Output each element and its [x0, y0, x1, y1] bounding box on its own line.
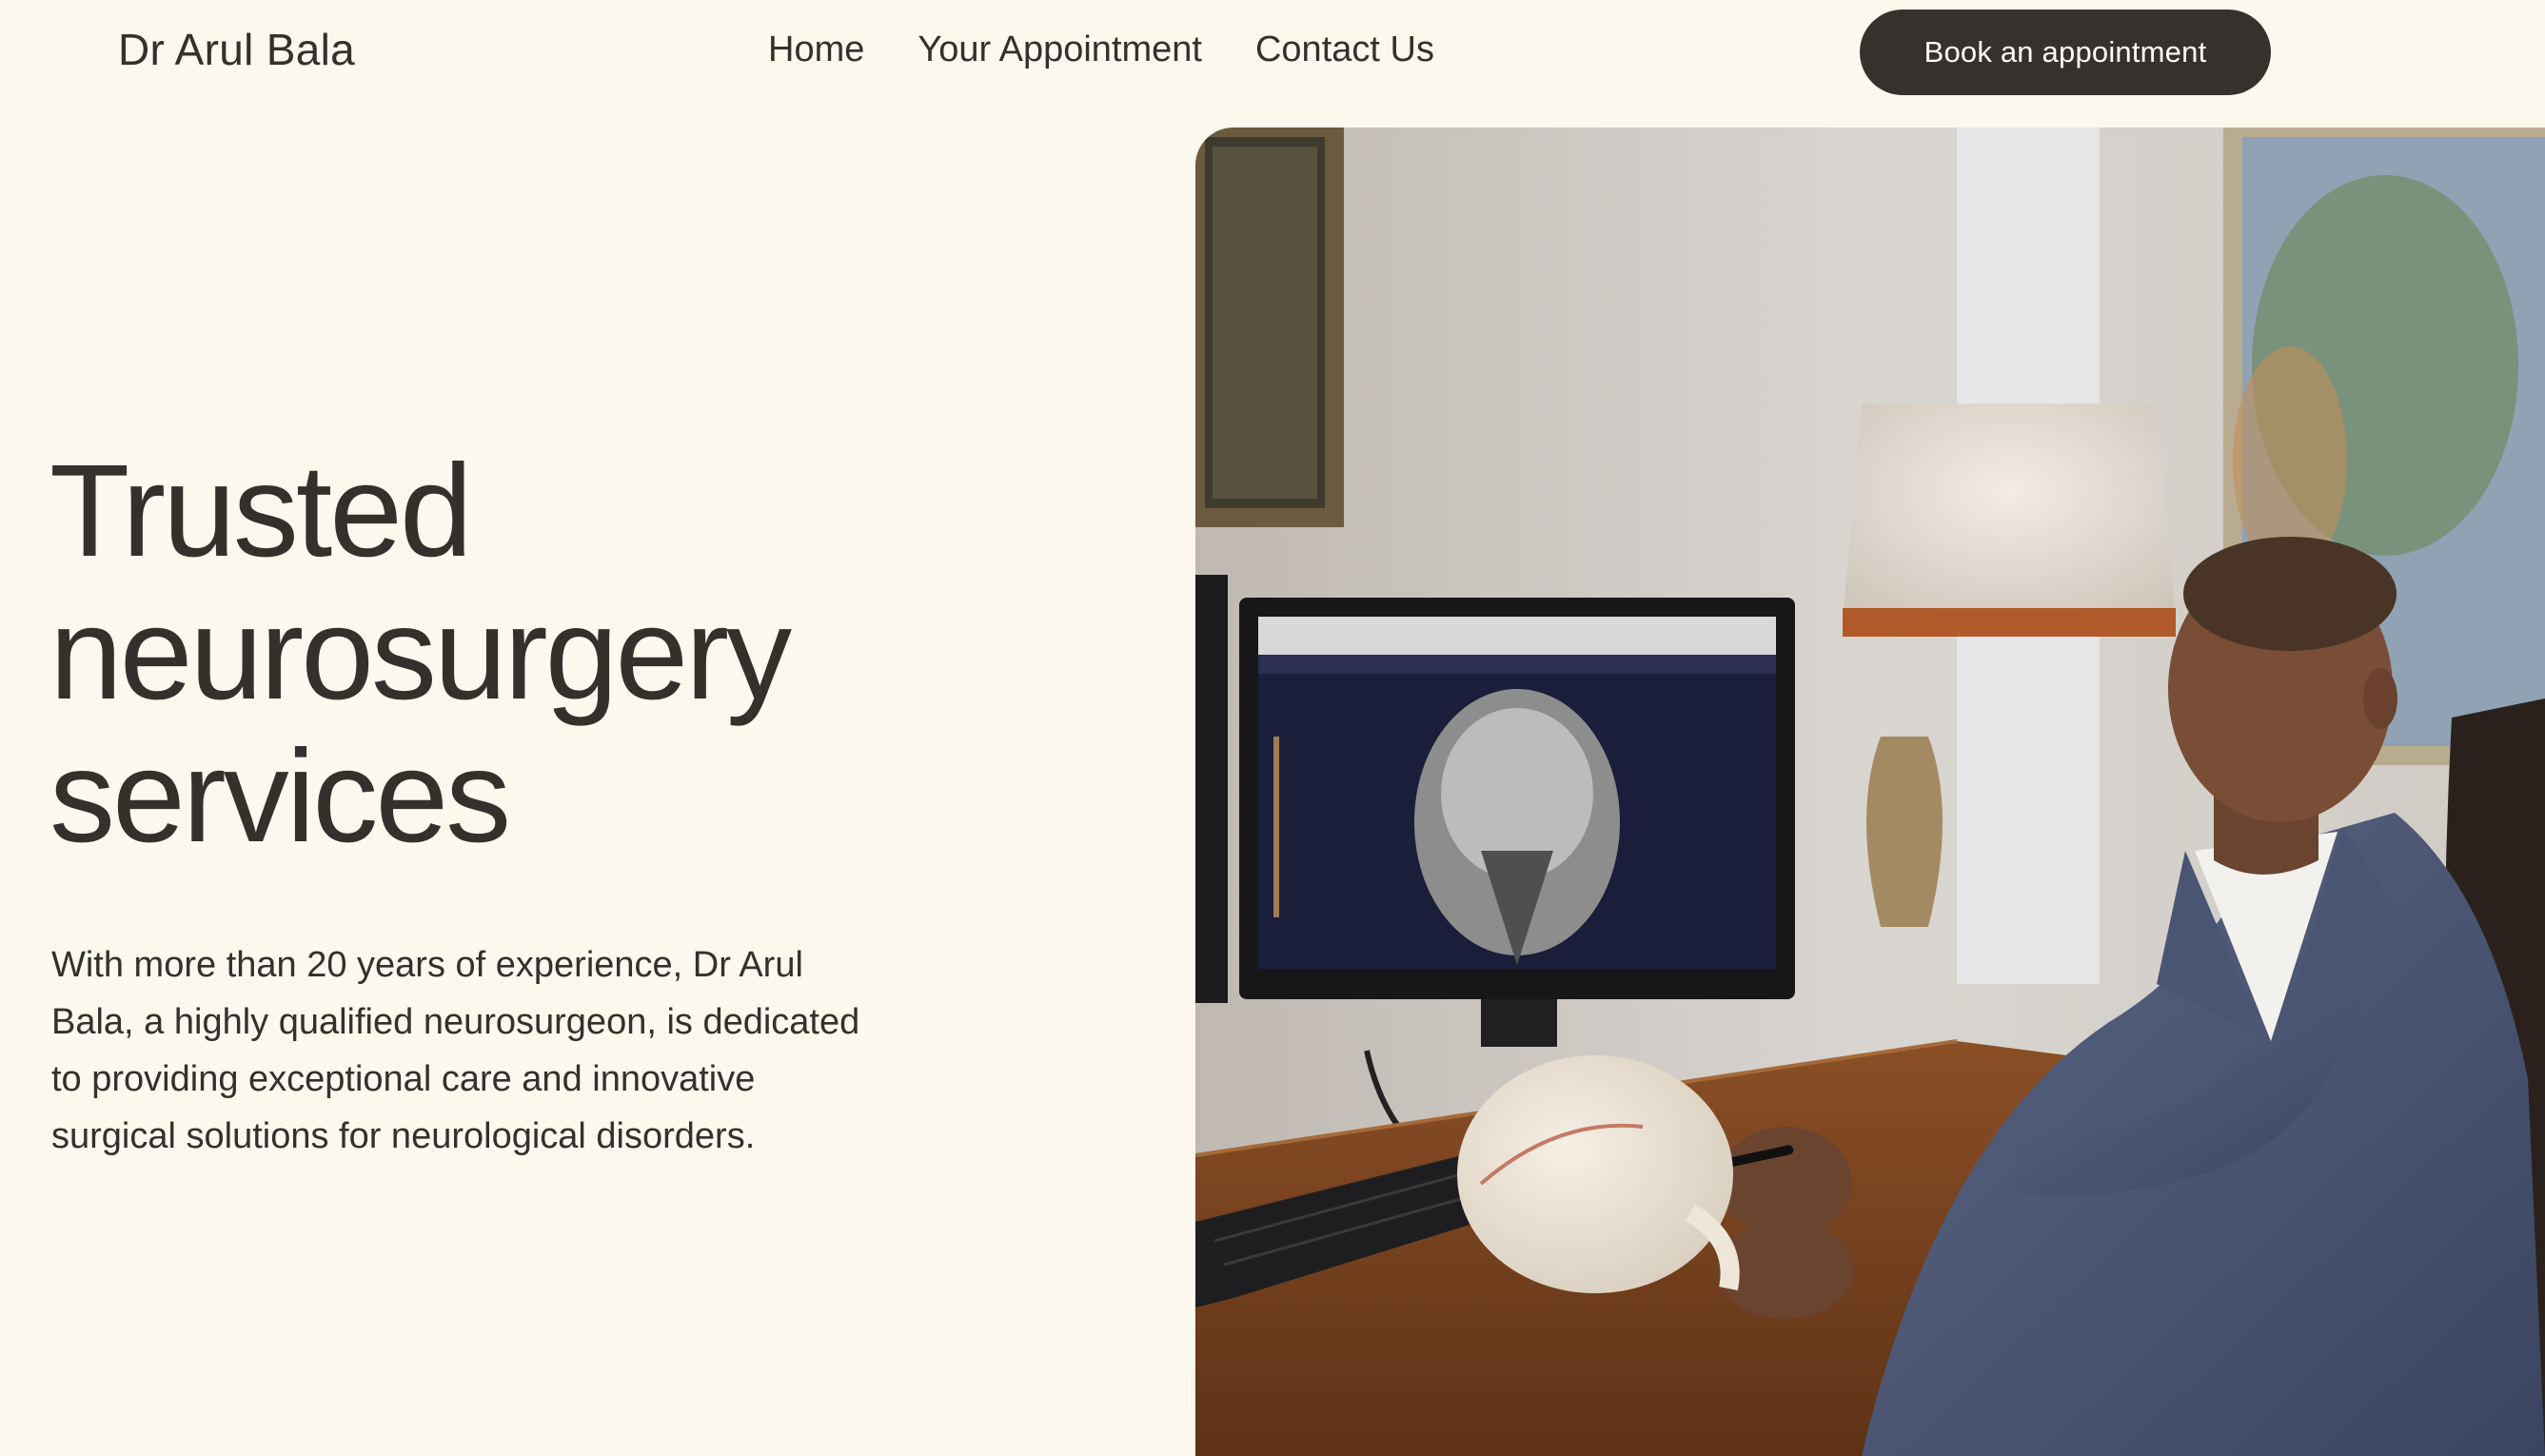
nav-your-appointment-link[interactable]: Your Appointment — [917, 19, 1202, 80]
doctor-photo-illustration — [1195, 128, 2545, 1456]
hero-title: Trusted neurosurgery services — [49, 438, 792, 870]
hero-title-line: services — [49, 723, 511, 870]
brand-logo[interactable]: Dr Arul Bala — [118, 19, 355, 80]
hero-description: With more than 20 years of experience, D… — [51, 945, 860, 1156]
page: Dr Arul Bala Home Your Appointment Conta… — [0, 0, 2545, 1456]
hero-doctor-photo — [1195, 128, 2545, 1456]
main-nav: Home Your Appointment Contact Us — [768, 19, 1434, 80]
book-appointment-button[interactable]: Book an appointment — [1860, 10, 2271, 95]
nav-home-link[interactable]: Home — [768, 19, 864, 80]
hero-title-line: neurosurgery — [49, 580, 792, 727]
nav-contact-us-link[interactable]: Contact Us — [1255, 19, 1434, 80]
hero-title-line: Trusted — [49, 438, 473, 584]
